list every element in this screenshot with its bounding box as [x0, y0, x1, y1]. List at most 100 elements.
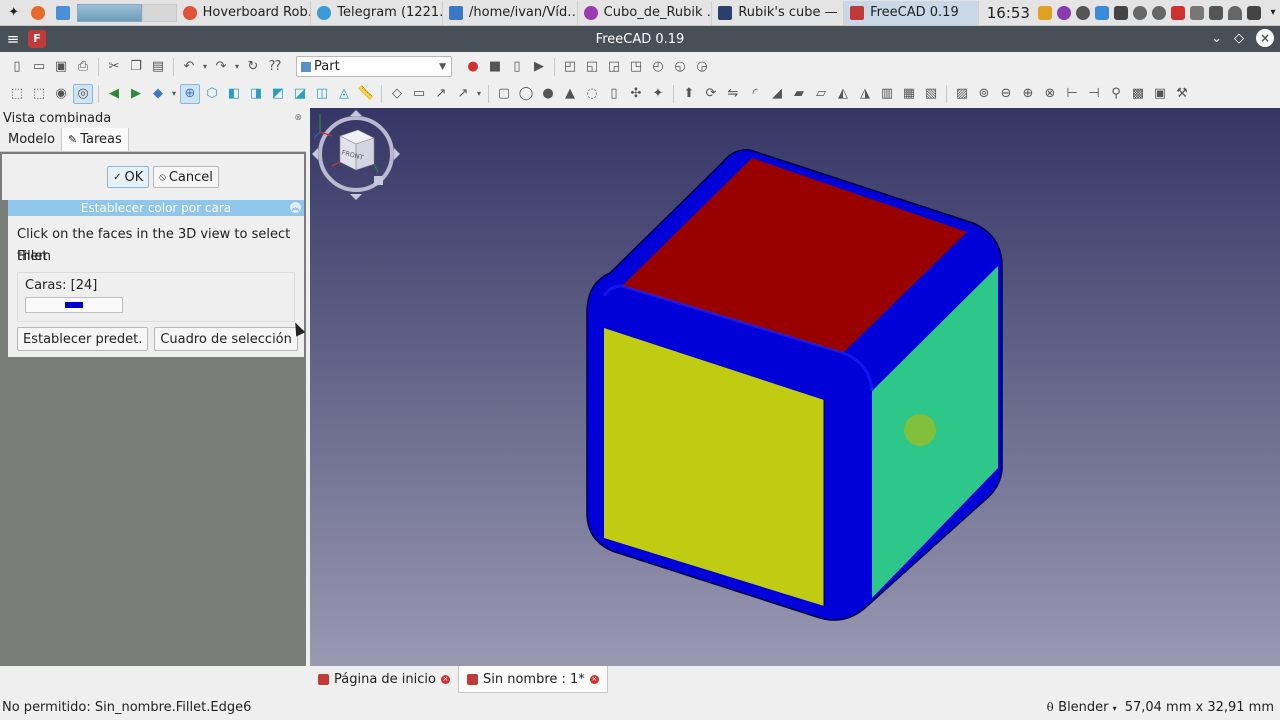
chevron-down-icon[interactable]: ▾	[1266, 6, 1280, 20]
display-icon[interactable]	[1208, 5, 1223, 20]
macro-stop-icon[interactable]: ■	[485, 57, 505, 77]
macro-edit-icon[interactable]: ▯	[507, 57, 527, 77]
3d-viewport[interactable]: FRONT	[310, 108, 1280, 666]
create-group-icon[interactable]: ▭	[409, 84, 429, 104]
collapse-icon[interactable]: ︽	[290, 202, 301, 213]
split-icon[interactable]: ⊣	[1084, 84, 1104, 104]
set-default-button[interactable]: Establecer predet.	[17, 327, 149, 351]
isometric-icon[interactable]: ⬡	[202, 84, 222, 104]
extrude-icon[interactable]: ⬆	[679, 84, 699, 104]
right-view-icon[interactable]: ◩	[268, 84, 288, 104]
device-icon[interactable]	[1113, 5, 1128, 20]
top-view-icon[interactable]: ◨	[246, 84, 266, 104]
fit-all-icon[interactable]: ⬚	[7, 84, 27, 104]
join-icon[interactable]: ⊢	[1062, 84, 1082, 104]
hamburger-menu-icon[interactable]: ≡	[0, 30, 26, 48]
undo-dropdown-icon[interactable]: ▾	[201, 57, 209, 77]
box-selection-button[interactable]: Cuadro de selección	[154, 327, 298, 351]
settings-icon[interactable]	[1151, 5, 1166, 20]
print-icon[interactable]: ⎙	[73, 57, 93, 77]
measure-distance-icon[interactable]: 📏	[356, 84, 376, 104]
compound-icon[interactable]: ▨	[952, 84, 972, 104]
tab-model[interactable]: Modelo	[2, 127, 61, 151]
tab-tasks[interactable]: ✎ Tareas	[61, 127, 129, 151]
measure-delta-icon[interactable]: ◶	[692, 57, 712, 77]
screenshot-icon[interactable]	[1170, 5, 1185, 20]
shape-builder-icon[interactable]: ✦	[648, 84, 668, 104]
ok-button[interactable]: ✓ OK	[107, 166, 150, 188]
firefox-icon[interactable]	[27, 2, 48, 24]
mirror-icon[interactable]: ⇋	[723, 84, 743, 104]
macro-record-icon[interactable]: ●	[463, 57, 483, 77]
measure-icon[interactable]: ◰	[560, 57, 580, 77]
nav-right-arrow-icon[interactable]	[394, 148, 400, 160]
link-dropdown-icon[interactable]: ▾	[475, 84, 483, 104]
cross-sections-icon[interactable]: ▦	[899, 84, 919, 104]
fit-selection-icon[interactable]: ⬚	[29, 84, 49, 104]
bounding-box-icon[interactable]: ◎	[73, 83, 93, 104]
sphere-icon[interactable]: ●	[538, 84, 558, 104]
zoom-icon[interactable]: ⊕	[180, 83, 200, 104]
freecad-icon[interactable]: F	[28, 30, 46, 48]
back-icon[interactable]: ◀	[104, 84, 124, 104]
create-part-icon[interactable]: ◇	[387, 84, 407, 104]
link-icon[interactable]: ↗	[431, 84, 451, 104]
cancel-button[interactable]: ⦸ Cancel	[153, 166, 219, 188]
measure-angle-icon[interactable]: ◱	[582, 57, 602, 77]
refresh-icon[interactable]: ↻	[243, 57, 263, 77]
close-icon[interactable]: ×	[1256, 29, 1274, 47]
cut-icon[interactable]: ✂	[104, 57, 124, 77]
rear-view-icon[interactable]: ◪	[290, 84, 310, 104]
attachment-icon[interactable]: ▣	[1150, 84, 1170, 104]
workbench-selector[interactable]: Part ▼	[296, 56, 452, 77]
maximize-icon[interactable]: ◇	[1234, 31, 1244, 46]
nav-left-arrow-icon[interactable]	[312, 148, 318, 160]
desktop-pager-1[interactable]	[77, 3, 142, 22]
minimize-icon[interactable]: ⌄	[1211, 31, 1222, 46]
3d-model-view[interactable]	[310, 108, 1280, 666]
redo-icon[interactable]: ↷	[211, 57, 231, 77]
media-icon[interactable]	[1132, 5, 1147, 20]
primitives-icon[interactable]: ✣	[626, 84, 646, 104]
face-color-button[interactable]	[25, 297, 123, 313]
tube-icon[interactable]: ▯	[604, 84, 624, 104]
nav-menu-icon[interactable]	[374, 176, 383, 185]
tab-start-page[interactable]: Página de inicio ×	[310, 666, 458, 693]
sync-view-icon[interactable]: ◆	[148, 84, 168, 104]
measure-refresh-icon[interactable]: ◲	[604, 57, 624, 77]
fillet-icon[interactable]: ◜	[745, 84, 765, 104]
help-icon[interactable]	[1056, 5, 1071, 20]
macro-run-icon[interactable]: ▶	[529, 57, 549, 77]
wifi-icon[interactable]	[1227, 5, 1242, 20]
nav-up-arrow-icon[interactable]	[350, 110, 362, 116]
bottom-view-icon[interactable]: ◫	[312, 84, 332, 104]
sync-icon[interactable]	[1075, 5, 1090, 20]
task-cubo-rubik[interactable]: Cubo_de_Rubik …	[578, 0, 713, 25]
measure-clear-icon[interactable]: ◳	[626, 57, 646, 77]
close-tab-icon[interactable]: ×	[440, 675, 450, 684]
open-file-icon[interactable]: ▭	[29, 57, 49, 77]
paste-icon[interactable]: ▤	[148, 57, 168, 77]
clipboard-icon[interactable]	[1189, 5, 1204, 20]
new-file-icon[interactable]: ▯	[7, 57, 27, 77]
fuse-icon[interactable]: ⊕	[1018, 84, 1038, 104]
offset-icon[interactable]: ▧	[921, 84, 941, 104]
file-manager-icon[interactable]	[52, 2, 73, 24]
undo-icon[interactable]: ↶	[179, 57, 199, 77]
volume-icon[interactable]	[1246, 5, 1261, 20]
task-freecad[interactable]: FreeCAD 0.19	[844, 0, 979, 25]
measure-3d-icon[interactable]: ◵	[670, 57, 690, 77]
box-icon[interactable]: ▢	[494, 84, 514, 104]
chamfer-icon[interactable]: ◢	[767, 84, 787, 104]
close-tab-icon[interactable]: ×	[589, 674, 599, 684]
panel-title[interactable]: Establecer color por cara ︽	[8, 200, 304, 216]
desktop-pager-2[interactable]	[141, 3, 177, 22]
ruled-surface-icon[interactable]: ▱	[811, 84, 831, 104]
save-icon[interactable]: ▣	[51, 57, 71, 77]
task-hoverboard[interactable]: Hoverboard Rob…	[177, 0, 312, 25]
loft-icon[interactable]: ◭	[833, 84, 853, 104]
navigation-style[interactable]: ⍬ Blender ▾	[1046, 700, 1116, 715]
whats-this-icon[interactable]: ⁇	[265, 57, 285, 77]
clock[interactable]: 16:53	[987, 4, 1030, 22]
section-icon[interactable]: ▥	[877, 84, 897, 104]
